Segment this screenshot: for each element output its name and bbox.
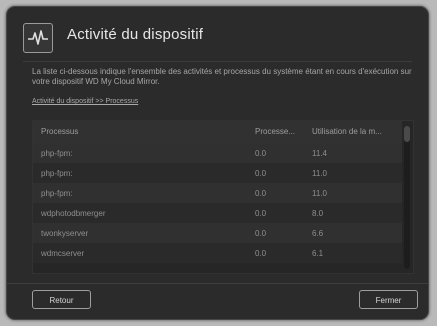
process-name: wdphotodbmerger	[41, 209, 106, 218]
process-memory: 11.0	[312, 189, 327, 198]
process-cpu: 0.0	[255, 149, 267, 158]
process-name: twonkyserver	[41, 229, 89, 238]
back-button[interactable]: Retour	[32, 290, 91, 309]
process-cpu: 0.0	[255, 229, 267, 238]
process-cpu: 0.0	[255, 209, 267, 218]
process-memory: 6.1	[312, 249, 324, 258]
table-header-row: Processus Processe... Utilisation de la …	[33, 121, 402, 143]
process-memory: 11.0	[312, 169, 327, 178]
table-row[interactable]: php-fpm: 0.0 11.0	[33, 163, 402, 183]
table-scrollbar[interactable]	[404, 126, 410, 269]
process-cpu: 0.0	[255, 249, 267, 258]
table-row[interactable]: php-fpm: 0.0 11.4	[33, 143, 402, 163]
process-name: php-fpm:	[41, 189, 73, 198]
process-table: Processus Processe... Utilisation de la …	[32, 120, 414, 274]
table-row[interactable]: wdmcserver 0.0 6.1	[33, 243, 402, 263]
column-header-memory[interactable]: Utilisation de la m...	[312, 127, 382, 136]
column-header-processor[interactable]: Processe...	[255, 127, 295, 136]
process-memory: 11.4	[312, 149, 327, 158]
close-button[interactable]: Fermer	[359, 290, 418, 309]
scrollbar-thumb[interactable]	[404, 126, 410, 142]
process-name: wdmcserver	[41, 249, 85, 258]
process-cpu: 0.0	[255, 169, 267, 178]
breadcrumb-link[interactable]: Activité du dispositif >> Processus	[32, 98, 138, 105]
process-cpu: 0.0	[255, 189, 267, 198]
device-activity-dialog: Activité du dispositif La liste ci-desso…	[6, 6, 429, 320]
activity-pulse-icon	[23, 23, 53, 53]
dialog-description: La liste ci-dessous indique l'ensemble d…	[32, 67, 412, 86]
process-memory: 8.0	[312, 209, 324, 218]
table-row[interactable]: twonkyserver 0.0 6.6	[33, 223, 402, 243]
table-row[interactable]: wdphotodbmerger 0.0 8.0	[33, 203, 402, 223]
footer-divider	[7, 283, 428, 284]
process-name: php-fpm:	[41, 149, 73, 158]
dialog-title: Activité du dispositif	[67, 26, 204, 43]
process-name: php-fpm:	[41, 169, 73, 178]
process-memory: 6.6	[312, 229, 324, 238]
table-row[interactable]: php-fpm: 0.0 11.0	[33, 183, 402, 203]
title-divider	[23, 61, 412, 62]
column-header-process[interactable]: Processus	[41, 127, 78, 136]
